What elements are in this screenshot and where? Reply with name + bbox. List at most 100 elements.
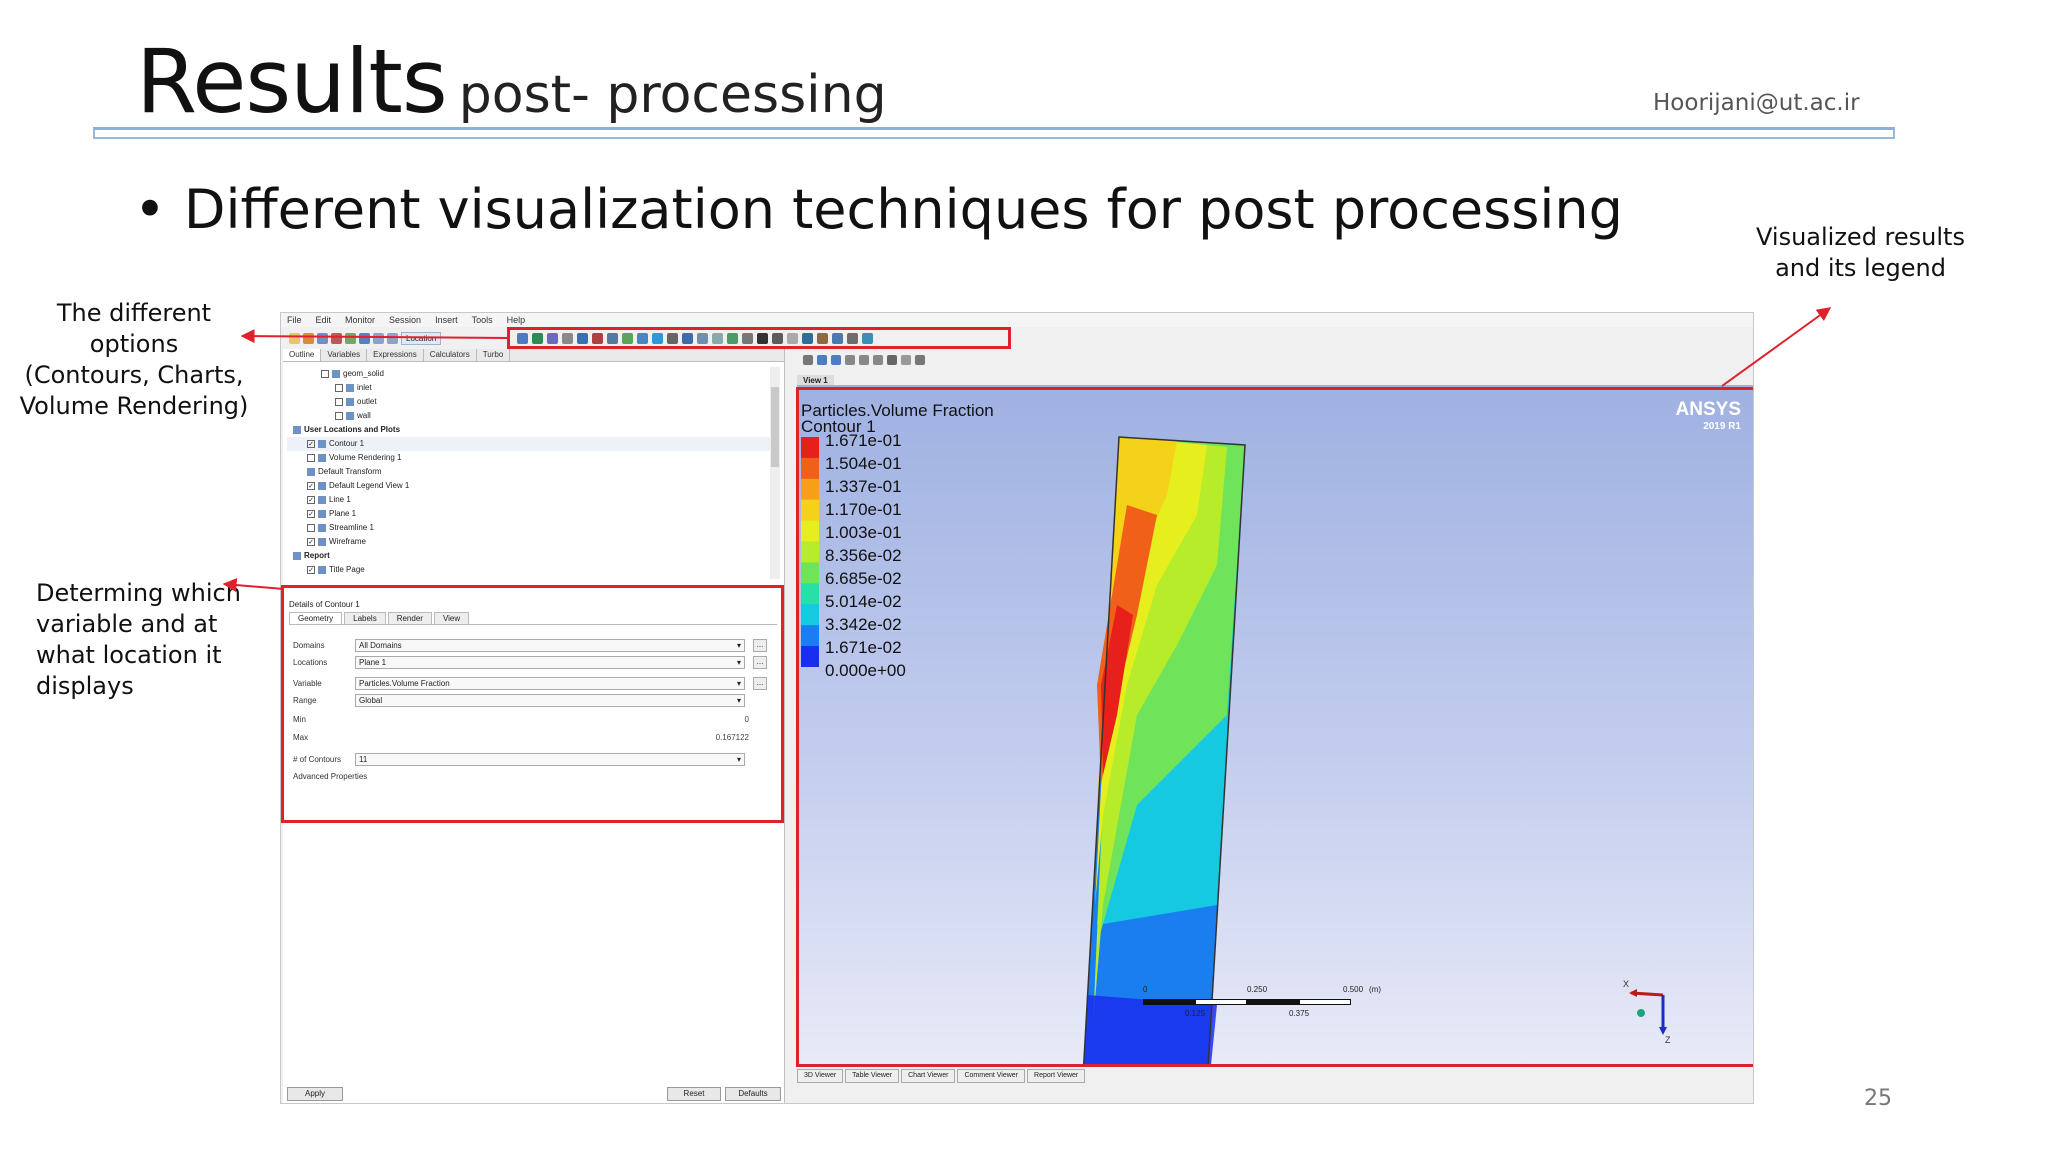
tree-item[interactable]: User Locations and Plots: [287, 423, 777, 437]
tree-item-label: outlet: [357, 397, 377, 406]
file-toolbar: Location: [281, 327, 1753, 349]
open-icon[interactable]: [303, 332, 314, 344]
tree-item[interactable]: Report: [287, 549, 777, 563]
author-email: Hoorijani@ut.ac.ir: [1653, 90, 1860, 116]
bullet-text: Different visualization techniques for p…: [183, 178, 1623, 241]
annotation-line: Visualized results: [1756, 223, 1965, 251]
outline-tree: geom_solidinlet outlet wall User Locations …: [287, 367, 777, 585]
title-main: Results: [136, 30, 448, 133]
reset-button[interactable]: Reset: [667, 1087, 721, 1101]
tree-item-label: Wireframe: [329, 537, 366, 546]
save-icon[interactable]: [317, 332, 328, 344]
tab-3d-viewer[interactable]: 3D Viewer: [797, 1069, 844, 1083]
tab-comment-viewer[interactable]: Comment Viewer: [957, 1069, 1026, 1083]
tab-expressions[interactable]: Expressions: [367, 349, 424, 361]
pan-icon[interactable]: [831, 355, 841, 365]
checkbox-icon[interactable]: ✓: [307, 481, 315, 490]
title-rule: [93, 127, 1895, 139]
tree-item[interactable]: ✓ Default Legend View 1: [287, 479, 777, 493]
tree-item[interactable]: outlet: [287, 395, 777, 409]
annotation-options: The different options (Contours, Charts,…: [14, 298, 254, 422]
checkbox-icon[interactable]: ✓: [307, 439, 315, 448]
title-subtitle: post- processing: [458, 65, 887, 125]
figure-icon[interactable]: [887, 355, 897, 365]
menu-tools[interactable]: Tools: [472, 315, 493, 325]
checkbox-icon[interactable]: ✓: [307, 565, 315, 574]
annotation-line: Volume Rendering): [19, 392, 249, 420]
menu-session[interactable]: Session: [389, 315, 421, 325]
tab-variables[interactable]: Variables: [321, 349, 368, 361]
tree-node-icon: [307, 467, 315, 476]
load-icon[interactable]: [331, 332, 342, 344]
tree-node-icon: [346, 397, 354, 406]
checkbox-icon[interactable]: [321, 369, 329, 378]
tab-report-viewer[interactable]: Report Viewer: [1027, 1069, 1086, 1083]
zoom-box-icon[interactable]: [859, 355, 869, 365]
checkbox-icon[interactable]: [335, 383, 343, 392]
rotate-icon[interactable]: [817, 355, 827, 365]
tab-table-viewer[interactable]: Table Viewer: [845, 1069, 900, 1083]
annotation-line: The different options: [56, 299, 212, 358]
tree-item-label: Default Legend View 1: [329, 481, 410, 490]
tree-item[interactable]: inlet: [287, 381, 777, 395]
menu-edit[interactable]: Edit: [316, 315, 332, 325]
details-highlight-box: [281, 585, 784, 823]
tree-item[interactable]: ✓ Contour 1: [287, 437, 777, 451]
tree-node-icon: [318, 537, 326, 546]
tab-turbo[interactable]: Turbo: [477, 349, 511, 361]
menu-monitor[interactable]: Monitor: [345, 315, 375, 325]
checkbox-icon[interactable]: ✓: [307, 537, 315, 546]
tree-node-icon: [318, 495, 326, 504]
toolbar-highlight-box: [507, 327, 1011, 349]
checkbox-icon[interactable]: [335, 411, 343, 420]
scrollbar-thumb[interactable]: [771, 387, 779, 467]
print-icon[interactable]: [345, 332, 356, 344]
annotation-line: Determing which: [36, 579, 241, 607]
redo-icon[interactable]: [387, 332, 398, 344]
tree-node-icon: [346, 383, 354, 392]
tree-item[interactable]: geom_solid: [287, 367, 777, 381]
defaults-button[interactable]: Defaults: [725, 1087, 781, 1101]
tree-item[interactable]: wall: [287, 409, 777, 423]
ansys-cfd-post-window: File Edit Monitor Session Insert Tools H…: [280, 312, 1754, 1104]
checkbox-icon[interactable]: [335, 397, 343, 406]
undo-icon[interactable]: [373, 332, 384, 344]
checkbox-icon[interactable]: [307, 453, 315, 462]
location-button[interactable]: Location: [401, 331, 442, 345]
checkbox-icon[interactable]: ✓: [307, 509, 315, 518]
tree-item[interactable]: ✓ Line 1: [287, 493, 777, 507]
tree-item[interactable]: ✓ Plane 1: [287, 507, 777, 521]
tree-node-icon: [318, 509, 326, 518]
menu-insert[interactable]: Insert: [435, 315, 458, 325]
annotation-line: (Contours, Charts,: [24, 361, 244, 389]
bullet-dot-icon: •: [134, 178, 166, 241]
tree-item-label: Plane 1: [329, 509, 357, 518]
menu-file[interactable]: File: [287, 315, 302, 325]
apply-button[interactable]: Apply: [287, 1087, 343, 1101]
outline-tabs: Outline Variables Expressions Calculator…: [283, 349, 784, 362]
select-icon[interactable]: [803, 355, 813, 365]
tree-item[interactable]: ✓ Wireframe: [287, 535, 777, 549]
zoom-fit-icon[interactable]: [873, 355, 883, 365]
tab-calculators[interactable]: Calculators: [424, 349, 477, 361]
export-icon[interactable]: [359, 332, 370, 344]
tree-node-icon: [332, 369, 340, 378]
viewport-layout-icon[interactable]: [901, 355, 911, 365]
tree-item-label: Line 1: [329, 495, 351, 504]
tree-item[interactable]: ✓ Title Page: [287, 563, 777, 577]
checkbox-icon[interactable]: [307, 523, 315, 532]
tree-item[interactable]: Volume Rendering 1: [287, 451, 777, 465]
tree-scrollbar[interactable]: [770, 367, 780, 579]
menu-help[interactable]: Help: [507, 315, 526, 325]
page-number: 25: [1864, 1086, 1892, 1111]
zoom-icon[interactable]: [845, 355, 855, 365]
tab-outline[interactable]: Outline: [283, 349, 322, 361]
tree-item-label: inlet: [357, 383, 372, 392]
tab-chart-viewer[interactable]: Chart Viewer: [901, 1069, 956, 1083]
tree-node-icon: [318, 523, 326, 532]
checkbox-icon[interactable]: ✓: [307, 495, 315, 504]
probe-point-icon[interactable]: [915, 355, 925, 365]
tree-item[interactable]: Default Transform: [287, 465, 777, 479]
tree-item[interactable]: Streamline 1: [287, 521, 777, 535]
new-icon[interactable]: [289, 332, 300, 344]
